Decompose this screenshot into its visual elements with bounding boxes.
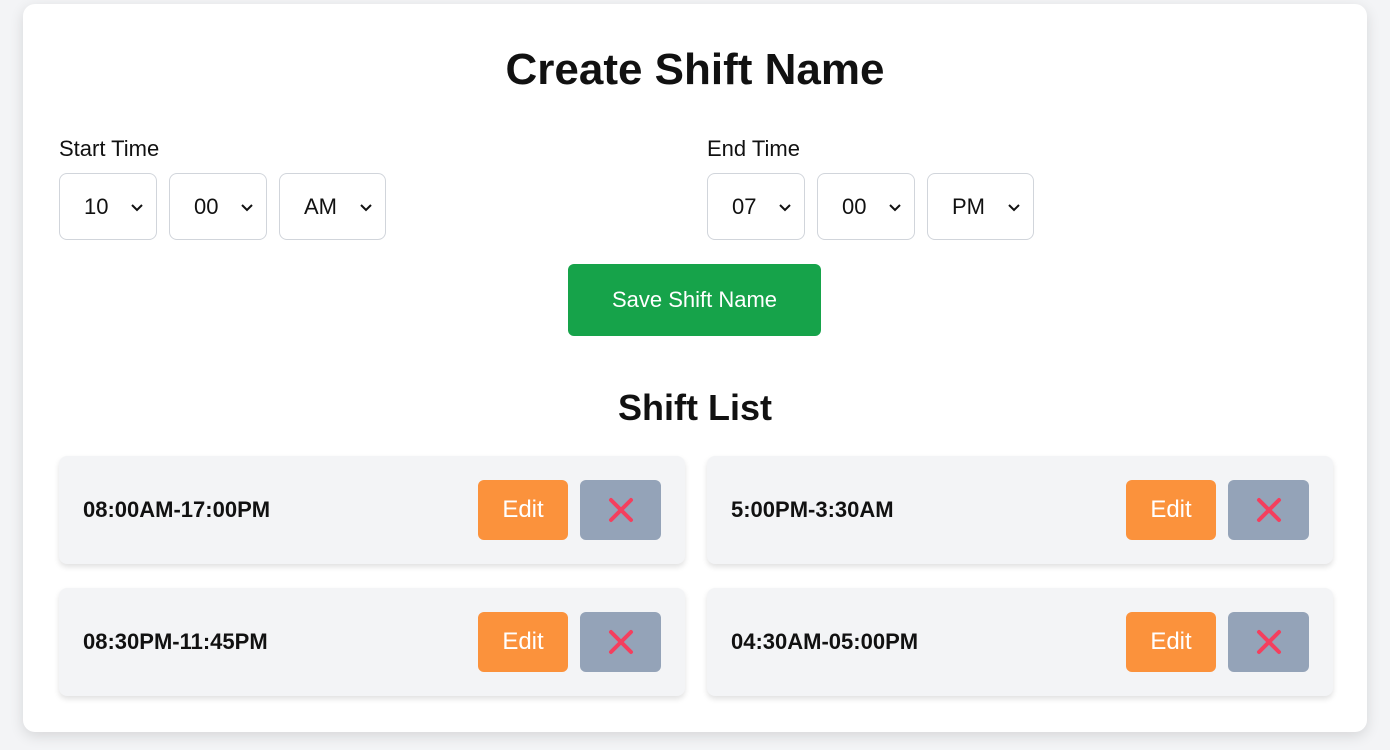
start-hour-value: 10 bbox=[84, 193, 109, 219]
start-time-label: Start Time bbox=[59, 136, 160, 161]
start-hour-select[interactable]: 10 bbox=[59, 173, 157, 240]
end-time-label: End Time bbox=[707, 136, 800, 161]
shift-time-label: 5:00PM-3:30AM bbox=[731, 497, 894, 522]
shift-list-title: Shift List bbox=[618, 387, 772, 428]
save-shift-button[interactable]: Save Shift Name bbox=[568, 264, 821, 336]
chevron-down-icon bbox=[889, 203, 901, 211]
shift-item: 08:30PM-11:45PM Edit bbox=[59, 588, 685, 696]
shift-item: 08:00AM-17:00PM Edit bbox=[59, 456, 685, 564]
delete-button[interactable] bbox=[1228, 612, 1309, 672]
end-minute-value: 00 bbox=[842, 193, 867, 219]
start-minute-value: 00 bbox=[194, 193, 219, 219]
x-icon bbox=[608, 498, 633, 522]
chevron-down-icon bbox=[241, 203, 253, 211]
end-hour-select[interactable]: 07 bbox=[707, 173, 805, 240]
shift-item: 04:30AM-05:00PM Edit bbox=[707, 588, 1333, 696]
start-minute-select[interactable]: 00 bbox=[169, 173, 267, 240]
chevron-down-icon bbox=[1008, 203, 1020, 211]
shift-time-label: 08:00AM-17:00PM bbox=[83, 497, 271, 522]
end-time-group: End Time 07 00 PM bbox=[707, 137, 1034, 240]
end-hour-value: 07 bbox=[732, 193, 757, 219]
end-minute-select[interactable]: 00 bbox=[817, 173, 915, 240]
end-period-select[interactable]: PM bbox=[927, 173, 1034, 240]
edit-button[interactable]: Edit bbox=[1126, 612, 1216, 672]
delete-button[interactable] bbox=[580, 480, 661, 540]
edit-button[interactable]: Edit bbox=[1126, 480, 1216, 540]
x-icon bbox=[1256, 498, 1281, 522]
start-time-group: Start Time 10 00 AM bbox=[59, 137, 386, 240]
end-period-value: PM bbox=[952, 193, 985, 219]
chevron-down-icon bbox=[779, 203, 791, 211]
delete-button[interactable] bbox=[1228, 480, 1309, 540]
chevron-down-icon bbox=[360, 203, 372, 211]
page-title: Create Shift Name bbox=[505, 45, 885, 94]
x-icon bbox=[608, 630, 633, 654]
chevron-down-icon bbox=[131, 203, 143, 211]
shift-form-card: Create Shift Name Start Time 10 00 AM En… bbox=[23, 4, 1367, 732]
shift-list: 08:00AM-17:00PM Edit 5:00PM-3:30AM Edit … bbox=[59, 456, 1333, 696]
edit-button[interactable]: Edit bbox=[478, 480, 568, 540]
start-period-value: AM bbox=[304, 193, 337, 219]
x-icon bbox=[1256, 630, 1281, 654]
shift-item: 5:00PM-3:30AM Edit bbox=[707, 456, 1333, 564]
shift-time-label: 08:30PM-11:45PM bbox=[83, 629, 268, 654]
delete-button[interactable] bbox=[580, 612, 661, 672]
start-period-select[interactable]: AM bbox=[279, 173, 386, 240]
shift-time-label: 04:30AM-05:00PM bbox=[731, 629, 919, 654]
edit-button[interactable]: Edit bbox=[478, 612, 568, 672]
